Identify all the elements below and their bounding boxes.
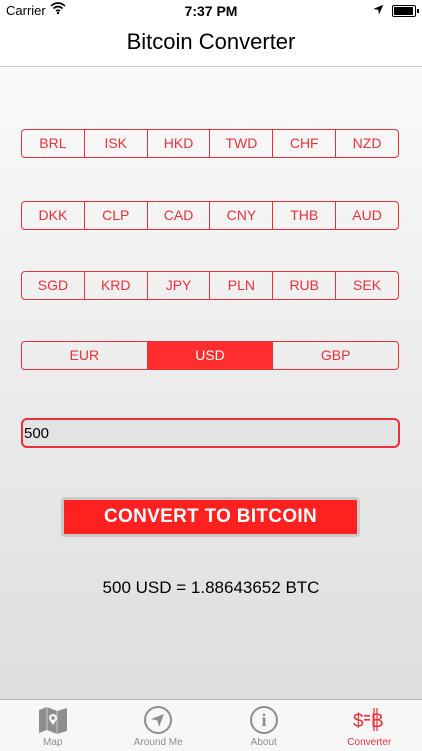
currency-option[interactable]: CLP (85, 202, 148, 229)
currency-option[interactable]: CAD (148, 202, 211, 229)
svg-text:i: i (261, 710, 266, 730)
currency-option-eur[interactable]: EUR (22, 342, 148, 369)
nav-bar: Bitcoin Converter (0, 22, 422, 67)
currency-option[interactable]: BRL (22, 130, 85, 157)
svg-text:$: $ (353, 711, 364, 732)
info-icon: i (211, 705, 317, 735)
currency-option[interactable]: TWD (210, 130, 273, 157)
tab-map[interactable]: Map (0, 700, 106, 751)
tab-label: Converter (317, 737, 422, 748)
tab-about[interactable]: i About (211, 700, 317, 751)
currency-option[interactable]: CNY (210, 202, 273, 229)
status-bar: Carrier 7:37 PM (0, 0, 422, 22)
conversion-result: 500 USD = 1.88643652 BTC (0, 578, 422, 598)
currency-row-2: DKK CLP CAD CNY THB AUD (21, 201, 399, 230)
currency-option[interactable]: SEK (336, 272, 398, 299)
currency-option[interactable]: CHF (273, 130, 336, 157)
tab-label: Map (0, 737, 106, 748)
battery-icon (392, 5, 416, 17)
tab-around-me[interactable]: Around Me (106, 700, 212, 751)
currency-option[interactable]: KRD (85, 272, 148, 299)
tab-bar: Map Around Me i About $ B (0, 699, 422, 751)
dollar-bitcoin-icon: $ B (317, 705, 422, 735)
tab-label: Around Me (106, 737, 212, 748)
currency-option[interactable]: NZD (336, 130, 398, 157)
convert-button[interactable]: CONVERT TO BITCOIN (61, 497, 360, 537)
currency-option[interactable]: DKK (22, 202, 85, 229)
tab-converter[interactable]: $ B Converter (317, 700, 422, 751)
currency-row-3: SGD KRD JPY PLN RUB SEK (21, 271, 399, 300)
currency-option-usd[interactable]: USD (148, 342, 274, 369)
currency-row-1: BRL ISK HKD TWD CHF NZD (21, 129, 399, 158)
currency-option[interactable]: THB (273, 202, 336, 229)
currency-option[interactable]: AUD (336, 202, 398, 229)
amount-input[interactable] (21, 418, 400, 448)
currency-option[interactable]: SGD (22, 272, 85, 299)
currency-option[interactable]: JPY (148, 272, 211, 299)
converter-content (0, 67, 422, 699)
map-icon (0, 705, 106, 735)
main-currency-selector: EUR USD GBP (21, 341, 399, 370)
page-title: Bitcoin Converter (127, 29, 296, 54)
tab-label: About (211, 737, 317, 748)
currency-option-gbp[interactable]: GBP (273, 342, 398, 369)
currency-option[interactable]: PLN (210, 272, 273, 299)
currency-option[interactable]: HKD (148, 130, 211, 157)
navigation-arrow-icon (106, 705, 212, 735)
status-time: 7:37 PM (0, 3, 422, 19)
currency-option[interactable]: ISK (85, 130, 148, 157)
currency-option[interactable]: RUB (273, 272, 336, 299)
